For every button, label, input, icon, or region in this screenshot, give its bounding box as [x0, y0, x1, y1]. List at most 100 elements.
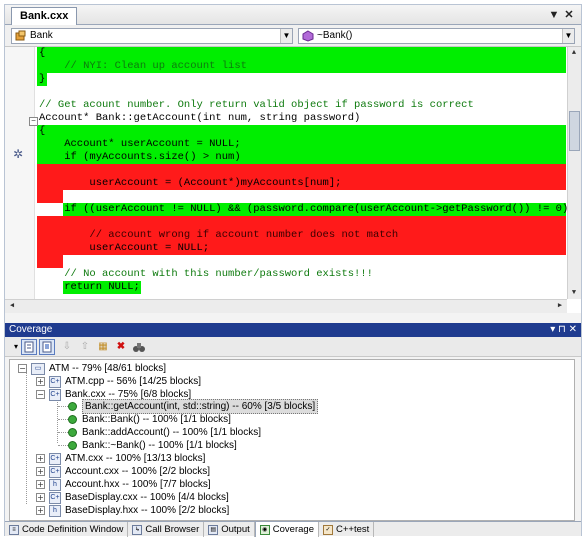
navigate-down-icon[interactable]: ⇩	[59, 339, 75, 355]
pane-window-buttons[interactable]: ▾ ⊓ ✕	[550, 323, 577, 337]
vertical-scrollbar[interactable]: ▲ ▼	[567, 47, 581, 299]
navigation-bar: Bank ▼ ~Bank() ▼	[5, 25, 581, 47]
code-line: return NULL;	[39, 281, 140, 293]
delete-icon[interactable]: ✖	[113, 339, 129, 355]
expand-icon[interactable]: +	[36, 480, 45, 489]
tree-node-project[interactable]: − ▭ ATM -- 79% [48/61 blocks]	[18, 362, 166, 375]
code-line: Account* userAccount = NULL;	[39, 138, 241, 150]
tree-node-function[interactable]: Bank::getAccount(int, std::string) -- 60…	[68, 399, 319, 414]
code-line: // No account with this number/password …	[39, 268, 373, 280]
class-combo-value: Bank	[30, 30, 53, 41]
collapse-icon[interactable]: −	[18, 364, 27, 373]
tree-node-function[interactable]: Bank::addAccount() -- 100% [1/1 blocks]	[68, 426, 261, 439]
tree-node-function[interactable]: Bank::Bank() -- 100% [1/1 blocks]	[68, 413, 231, 426]
tree-node-label: ATM.cpp -- 56% [14/25 blocks]	[65, 376, 201, 387]
show-summary-icon[interactable]	[21, 339, 37, 355]
code-line: {	[39, 47, 46, 59]
header-file-icon: h	[49, 504, 61, 517]
ide-window: Bank.cxx ▼ ✕ Bank ▼ ~Bank() ▼ − ✲ {// N…	[4, 4, 582, 537]
scroll-left-icon[interactable]: ◀	[6, 300, 18, 312]
tree-node-label: Bank::getAccount(int, std::string) -- 60…	[82, 399, 319, 414]
tree-node-file[interactable]: + C+ ATM.cpp -- 56% [14/25 blocks]	[36, 375, 201, 388]
method-icon	[302, 30, 314, 42]
editor-gutter	[5, 47, 35, 299]
horizontal-scrollbar[interactable]: ◀ ▶	[5, 299, 567, 313]
grid-view-icon[interactable]: ▦	[95, 339, 111, 355]
scroll-right-icon[interactable]: ▶	[554, 300, 566, 312]
show-details-icon[interactable]	[39, 339, 55, 355]
tree-node-label: ATM.cxx -- 100% [13/13 blocks]	[65, 453, 206, 464]
covered-function-icon	[68, 415, 77, 424]
uncovered-block	[37, 190, 63, 203]
tab-output[interactable]: ▤ Output	[204, 522, 255, 537]
code-editor[interactable]: − ✲ { // NYI: Clean up account list } //…	[5, 47, 581, 313]
code-line: if (myAccounts.size() > num)	[39, 151, 241, 163]
expand-icon[interactable]: +	[36, 454, 45, 463]
cpptest-icon: ✓	[322, 524, 333, 535]
binoculars-icon[interactable]	[131, 339, 147, 355]
tab-label: C++test	[335, 523, 370, 535]
tree-node-file[interactable]: + C+ ATM.cxx -- 100% [13/13 blocks]	[36, 452, 205, 465]
tree-node-file[interactable]: + C+ Account.cxx -- 100% [2/2 blocks]	[36, 465, 210, 478]
tab-bank-cxx[interactable]: Bank.cxx	[11, 7, 78, 26]
coverage-title-text: Coverage	[9, 324, 53, 335]
tree-node-label: Account.cxx -- 100% [2/2 blocks]	[65, 466, 211, 477]
collapse-icon[interactable]: −	[36, 390, 45, 399]
chevron-down-icon[interactable]: ▼	[280, 29, 292, 43]
code-line: {	[39, 125, 46, 137]
tab-code-definition-window[interactable]: ≡ Code Definition Window	[5, 522, 129, 537]
code-line: userAccount = (Account*)myAccounts[num];	[39, 177, 342, 189]
member-combo[interactable]: ~Bank() ▼	[298, 28, 575, 44]
coverage-pane-title: Coverage ▾ ⊓ ✕	[5, 323, 581, 337]
tree-node-label: Bank::addAccount() -- 100% [1/1 blocks]	[82, 427, 261, 438]
code-definition-icon: ≡	[9, 524, 19, 535]
tree-node-file[interactable]: + h BaseDisplay.hxx -- 100% [2/2 blocks]	[36, 504, 229, 517]
tab-cpptest[interactable]: ✓ C++test	[319, 522, 375, 537]
tab-list-dropdown-icon[interactable]: ▼	[547, 8, 561, 22]
tree-line	[26, 370, 27, 504]
tab-coverage[interactable]: ◉ Coverage	[254, 522, 319, 537]
vertical-scroll-thumb[interactable]	[569, 111, 580, 151]
code-line: userAccount = NULL;	[39, 242, 210, 254]
cpp-file-icon: C+	[49, 452, 61, 465]
code-line: // account wrong if account number does …	[39, 229, 399, 241]
tree-node-file[interactable]: + h Account.hxx -- 100% [7/7 blocks]	[36, 478, 211, 491]
expand-icon[interactable]: +	[36, 467, 45, 476]
tree-node-label: ATM -- 79% [48/61 blocks]	[49, 363, 167, 374]
call-browser-icon: ↳	[132, 524, 143, 535]
coverage-toolbar: ▾ ⇩ ⇧ ▦ ✖	[5, 337, 581, 357]
scroll-up-icon[interactable]: ▲	[568, 47, 580, 59]
navigate-up-icon[interactable]: ⇧	[77, 339, 93, 355]
coverage-tree[interactable]: − ▭ ATM -- 79% [48/61 blocks] + C+ ATM.c…	[9, 359, 575, 521]
class-combo[interactable]: Bank ▼	[11, 28, 293, 44]
bottom-tabstrip: ≡ Code Definition Window ↳ Call Browser …	[5, 521, 581, 537]
close-document-icon[interactable]: ✕	[562, 8, 576, 22]
covered-function-icon	[68, 428, 77, 437]
tree-node-function[interactable]: Bank::~Bank() -- 100% [1/1 blocks]	[68, 439, 237, 452]
tree-node-label: Bank::~Bank() -- 100% [1/1 blocks]	[82, 440, 237, 451]
tab-label: Output	[221, 523, 250, 535]
code-line: // Get acount number. Only return valid …	[39, 99, 474, 111]
collapse-toggle-icon[interactable]: −	[29, 117, 38, 126]
code-line: Account* Bank::getAccount(int num, strin…	[39, 112, 361, 124]
expand-icon[interactable]: +	[36, 493, 45, 502]
tab-label: Code Definition Window	[22, 523, 124, 535]
expand-icon[interactable]: +	[36, 506, 45, 515]
header-file-icon: h	[49, 478, 61, 491]
tab-label: Call Browser	[145, 523, 200, 535]
cpp-file-icon: C+	[49, 465, 61, 478]
tree-node-file[interactable]: + C+ BaseDisplay.cxx -- 100% [4/4 blocks…	[36, 491, 229, 504]
tree-node-label: BaseDisplay.hxx -- 100% [2/2 blocks]	[65, 505, 230, 516]
cpp-file-icon: C+	[49, 388, 61, 401]
covered-function-icon	[68, 402, 77, 411]
tree-node-label: Bank::Bank() -- 100% [1/1 blocks]	[82, 414, 231, 425]
project-icon: ▭	[31, 362, 45, 375]
expand-icon[interactable]: +	[36, 377, 45, 386]
tab-call-browser[interactable]: ↳ Call Browser	[128, 522, 205, 537]
output-icon: ▤	[208, 524, 219, 535]
scroll-down-icon[interactable]: ▼	[568, 287, 580, 299]
uncovered-block	[37, 255, 63, 268]
chevron-down-icon[interactable]: ▼	[562, 29, 574, 43]
cpp-file-icon: C+	[49, 491, 61, 504]
bug-marker-icon: ✲	[13, 147, 24, 161]
